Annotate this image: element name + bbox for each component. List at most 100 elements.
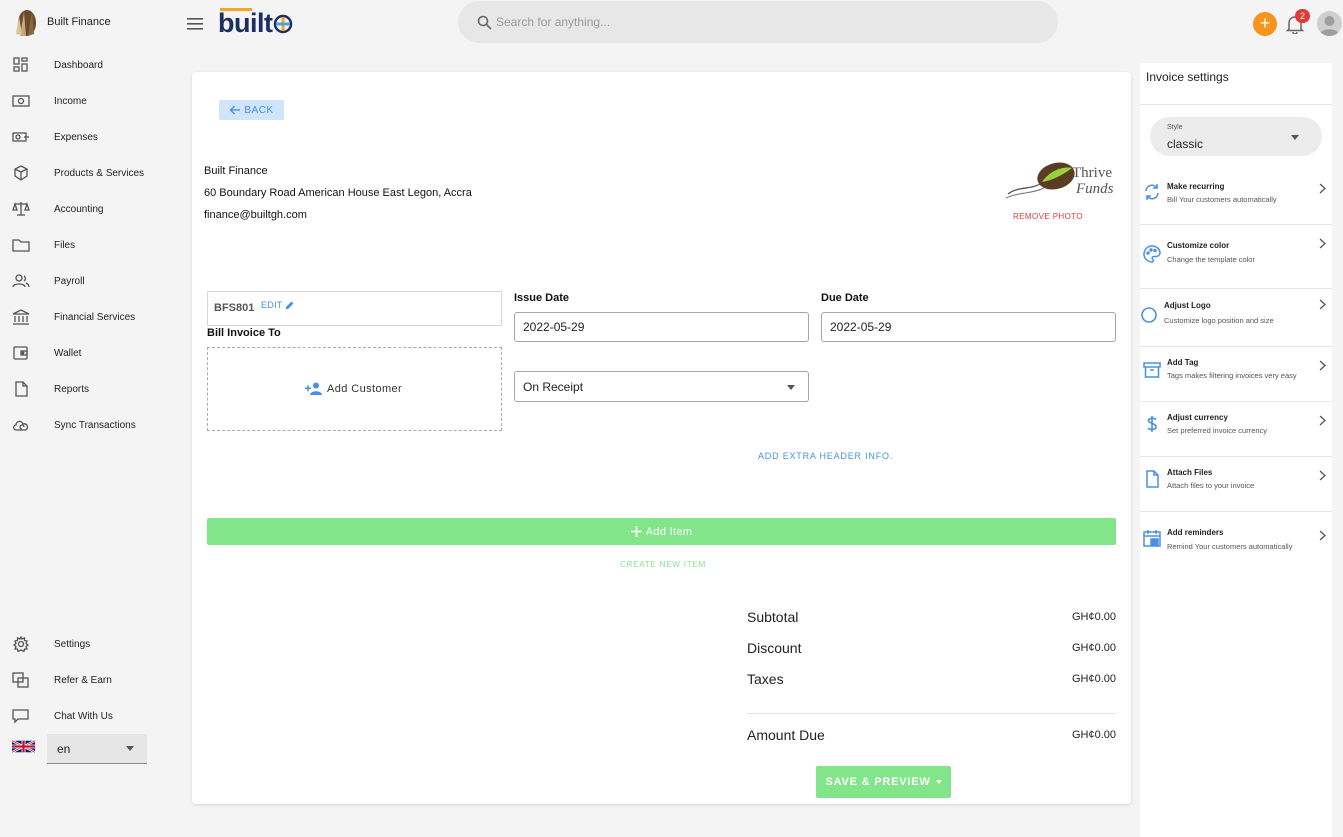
setting-title: Attach Files <box>1167 468 1213 477</box>
search-icon <box>477 15 492 30</box>
sidebar-item-sync-transactions[interactable]: Sync Transactions <box>0 407 178 443</box>
reminder-icon <box>1143 530 1161 547</box>
divider <box>1140 288 1332 289</box>
sidebar-item-label: Expenses <box>54 131 98 143</box>
user-icon <box>1319 16 1340 36</box>
invoice-settings-panel: Invoice settings Style classic Make recu… <box>1140 63 1332 837</box>
sidebar-item-financial-services[interactable]: Financial Services <box>0 299 178 335</box>
setting-adjust-logo[interactable]: Adjust Logo Customize logo position and … <box>1140 290 1332 345</box>
bill-to-label: Bill Invoice To <box>207 327 281 339</box>
setting-make-recurring[interactable]: Make recurring Bill Your customers autom… <box>1140 171 1332 226</box>
logo-line-1: Thrive <box>1072 165 1112 181</box>
divider <box>1140 456 1332 457</box>
expenses-icon <box>12 132 29 142</box>
quick-add-button[interactable]: + <box>1253 12 1277 36</box>
sidebar-item-expenses[interactable]: Expenses <box>0 119 178 155</box>
chevron-right-icon <box>1319 238 1326 249</box>
sidebar-item-label: Income <box>54 95 87 107</box>
remove-photo-link[interactable]: REMOVE PHOTO <box>1013 212 1083 221</box>
setting-subtitle: Tags makes filtering invoices very easy <box>1167 371 1297 380</box>
menu-icon[interactable] <box>187 17 203 31</box>
sidebar-item-dashboard[interactable]: Dashboard <box>0 47 178 83</box>
issue-date-field[interactable] <box>514 312 809 342</box>
divider <box>1140 104 1332 105</box>
sidebar-item-label: Chat With Us <box>54 710 113 722</box>
subtotal-label: Subtotal <box>747 609 799 625</box>
dollar-icon <box>1147 416 1157 432</box>
sidebar-item-label: Payroll <box>54 275 85 287</box>
caret-down-icon <box>126 746 134 751</box>
add-extra-header-link[interactable]: ADD EXTRA HEADER INFO. <box>758 451 893 461</box>
add-customer-area[interactable]: Add Customer <box>207 347 502 431</box>
sidebar-item-label: Dashboard <box>54 59 103 71</box>
add-customer-button[interactable]: Add Customer <box>305 382 402 395</box>
save-preview-label: SAVE & PREVIEW <box>825 776 931 788</box>
cloud-sync-icon <box>13 420 29 431</box>
wallet-icon <box>13 346 28 360</box>
payment-terms-select[interactable]: On Receipt <box>514 371 809 402</box>
search-input[interactable] <box>496 13 1016 31</box>
language-select[interactable]: en <box>47 734 147 764</box>
logo-line-2: Funds <box>1075 181 1114 197</box>
setting-title: Adjust currency <box>1167 413 1228 422</box>
caret-down-icon <box>935 780 942 784</box>
save-preview-button[interactable]: SAVE & PREVIEW <box>816 766 951 798</box>
invoice-editor-card: BACK Built Finance 60 Boundary Road Amer… <box>192 72 1131 804</box>
setting-subtitle: Set preferred invoice currency <box>1167 426 1268 435</box>
setting-title: Add reminders <box>1167 528 1224 537</box>
circle-icon <box>1141 307 1157 323</box>
brand-logo-icon <box>16 10 36 36</box>
sidebar-item-refer-earn[interactable]: Refer & Earn <box>0 662 178 698</box>
sidebar-item-chat[interactable]: Chat With Us <box>0 698 178 734</box>
plus-icon <box>630 526 642 537</box>
company-logo[interactable]: Thrive Funds <box>1004 156 1119 206</box>
sidebar-item-income[interactable]: Income <box>0 83 178 119</box>
sidebar: Built Finance Dashboard Income Expenses … <box>0 0 178 837</box>
setting-add-reminders[interactable]: Add reminders Remind Your customers auto… <box>1140 513 1332 568</box>
setting-adjust-currency[interactable]: Adjust currency Set preferred invoice cu… <box>1140 403 1332 458</box>
add-item-button[interactable]: Add Item <box>207 518 1116 545</box>
logo-plus-icon <box>274 14 293 33</box>
chevron-right-icon <box>1319 415 1326 426</box>
bank-icon <box>12 309 30 325</box>
arrow-left-icon <box>229 105 241 115</box>
sidebar-item-wallet[interactable]: Wallet <box>0 335 178 371</box>
amount-due-value: GH¢0.00 <box>1071 729 1116 741</box>
brand[interactable]: Built Finance <box>10 6 111 38</box>
style-select[interactable]: Style classic <box>1150 117 1322 156</box>
edit-label: EDIT <box>261 300 283 310</box>
chevron-right-icon <box>1319 299 1326 310</box>
recurring-icon <box>1145 184 1159 200</box>
sidebar-item-products-services[interactable]: Products & Services <box>0 155 178 191</box>
create-new-item-link[interactable]: CREATE NEW ITEM <box>620 560 706 569</box>
company-name: Built Finance <box>204 165 268 177</box>
setting-subtitle: Attach files to your invoice <box>1167 481 1255 490</box>
setting-add-tag[interactable]: Add Tag Tags makes filtering invoices ve… <box>1140 348 1332 403</box>
sidebar-item-files[interactable]: Files <box>0 227 178 263</box>
palette-icon <box>1143 245 1161 263</box>
subtotal-value: GH¢0.00 <box>1071 611 1116 623</box>
avatar[interactable] <box>1317 11 1342 36</box>
search-bar[interactable] <box>458 1 1058 43</box>
sidebar-item-accounting[interactable]: Accounting <box>0 191 178 227</box>
divider <box>1140 224 1332 225</box>
app-logo[interactable]: built <box>218 8 293 38</box>
sidebar-item-settings[interactable]: Settings <box>0 626 178 662</box>
back-button-label: BACK <box>244 104 274 116</box>
back-button[interactable]: BACK <box>219 100 284 120</box>
chevron-right-icon <box>1319 360 1326 371</box>
chevron-right-icon <box>1319 530 1326 541</box>
setting-subtitle: Change the template color <box>1167 255 1255 264</box>
due-date-field[interactable] <box>821 312 1116 342</box>
taxes-label: Taxes <box>747 671 784 687</box>
panel-title: Invoice settings <box>1146 70 1229 84</box>
divider <box>1140 401 1332 402</box>
sidebar-item-label: Refer & Earn <box>54 674 112 686</box>
setting-subtitle: Remind Your customers automatically <box>1167 542 1293 551</box>
sidebar-item-payroll[interactable]: Payroll <box>0 263 178 299</box>
setting-attach-files[interactable]: Attach Files Attach files to your invoic… <box>1140 458 1332 513</box>
sidebar-item-label: Reports <box>54 383 90 395</box>
edit-invoice-number-button[interactable]: EDIT <box>261 300 295 310</box>
setting-customize-color[interactable]: Customize color Change the template colo… <box>1140 226 1332 281</box>
sidebar-item-reports[interactable]: Reports <box>0 371 178 407</box>
